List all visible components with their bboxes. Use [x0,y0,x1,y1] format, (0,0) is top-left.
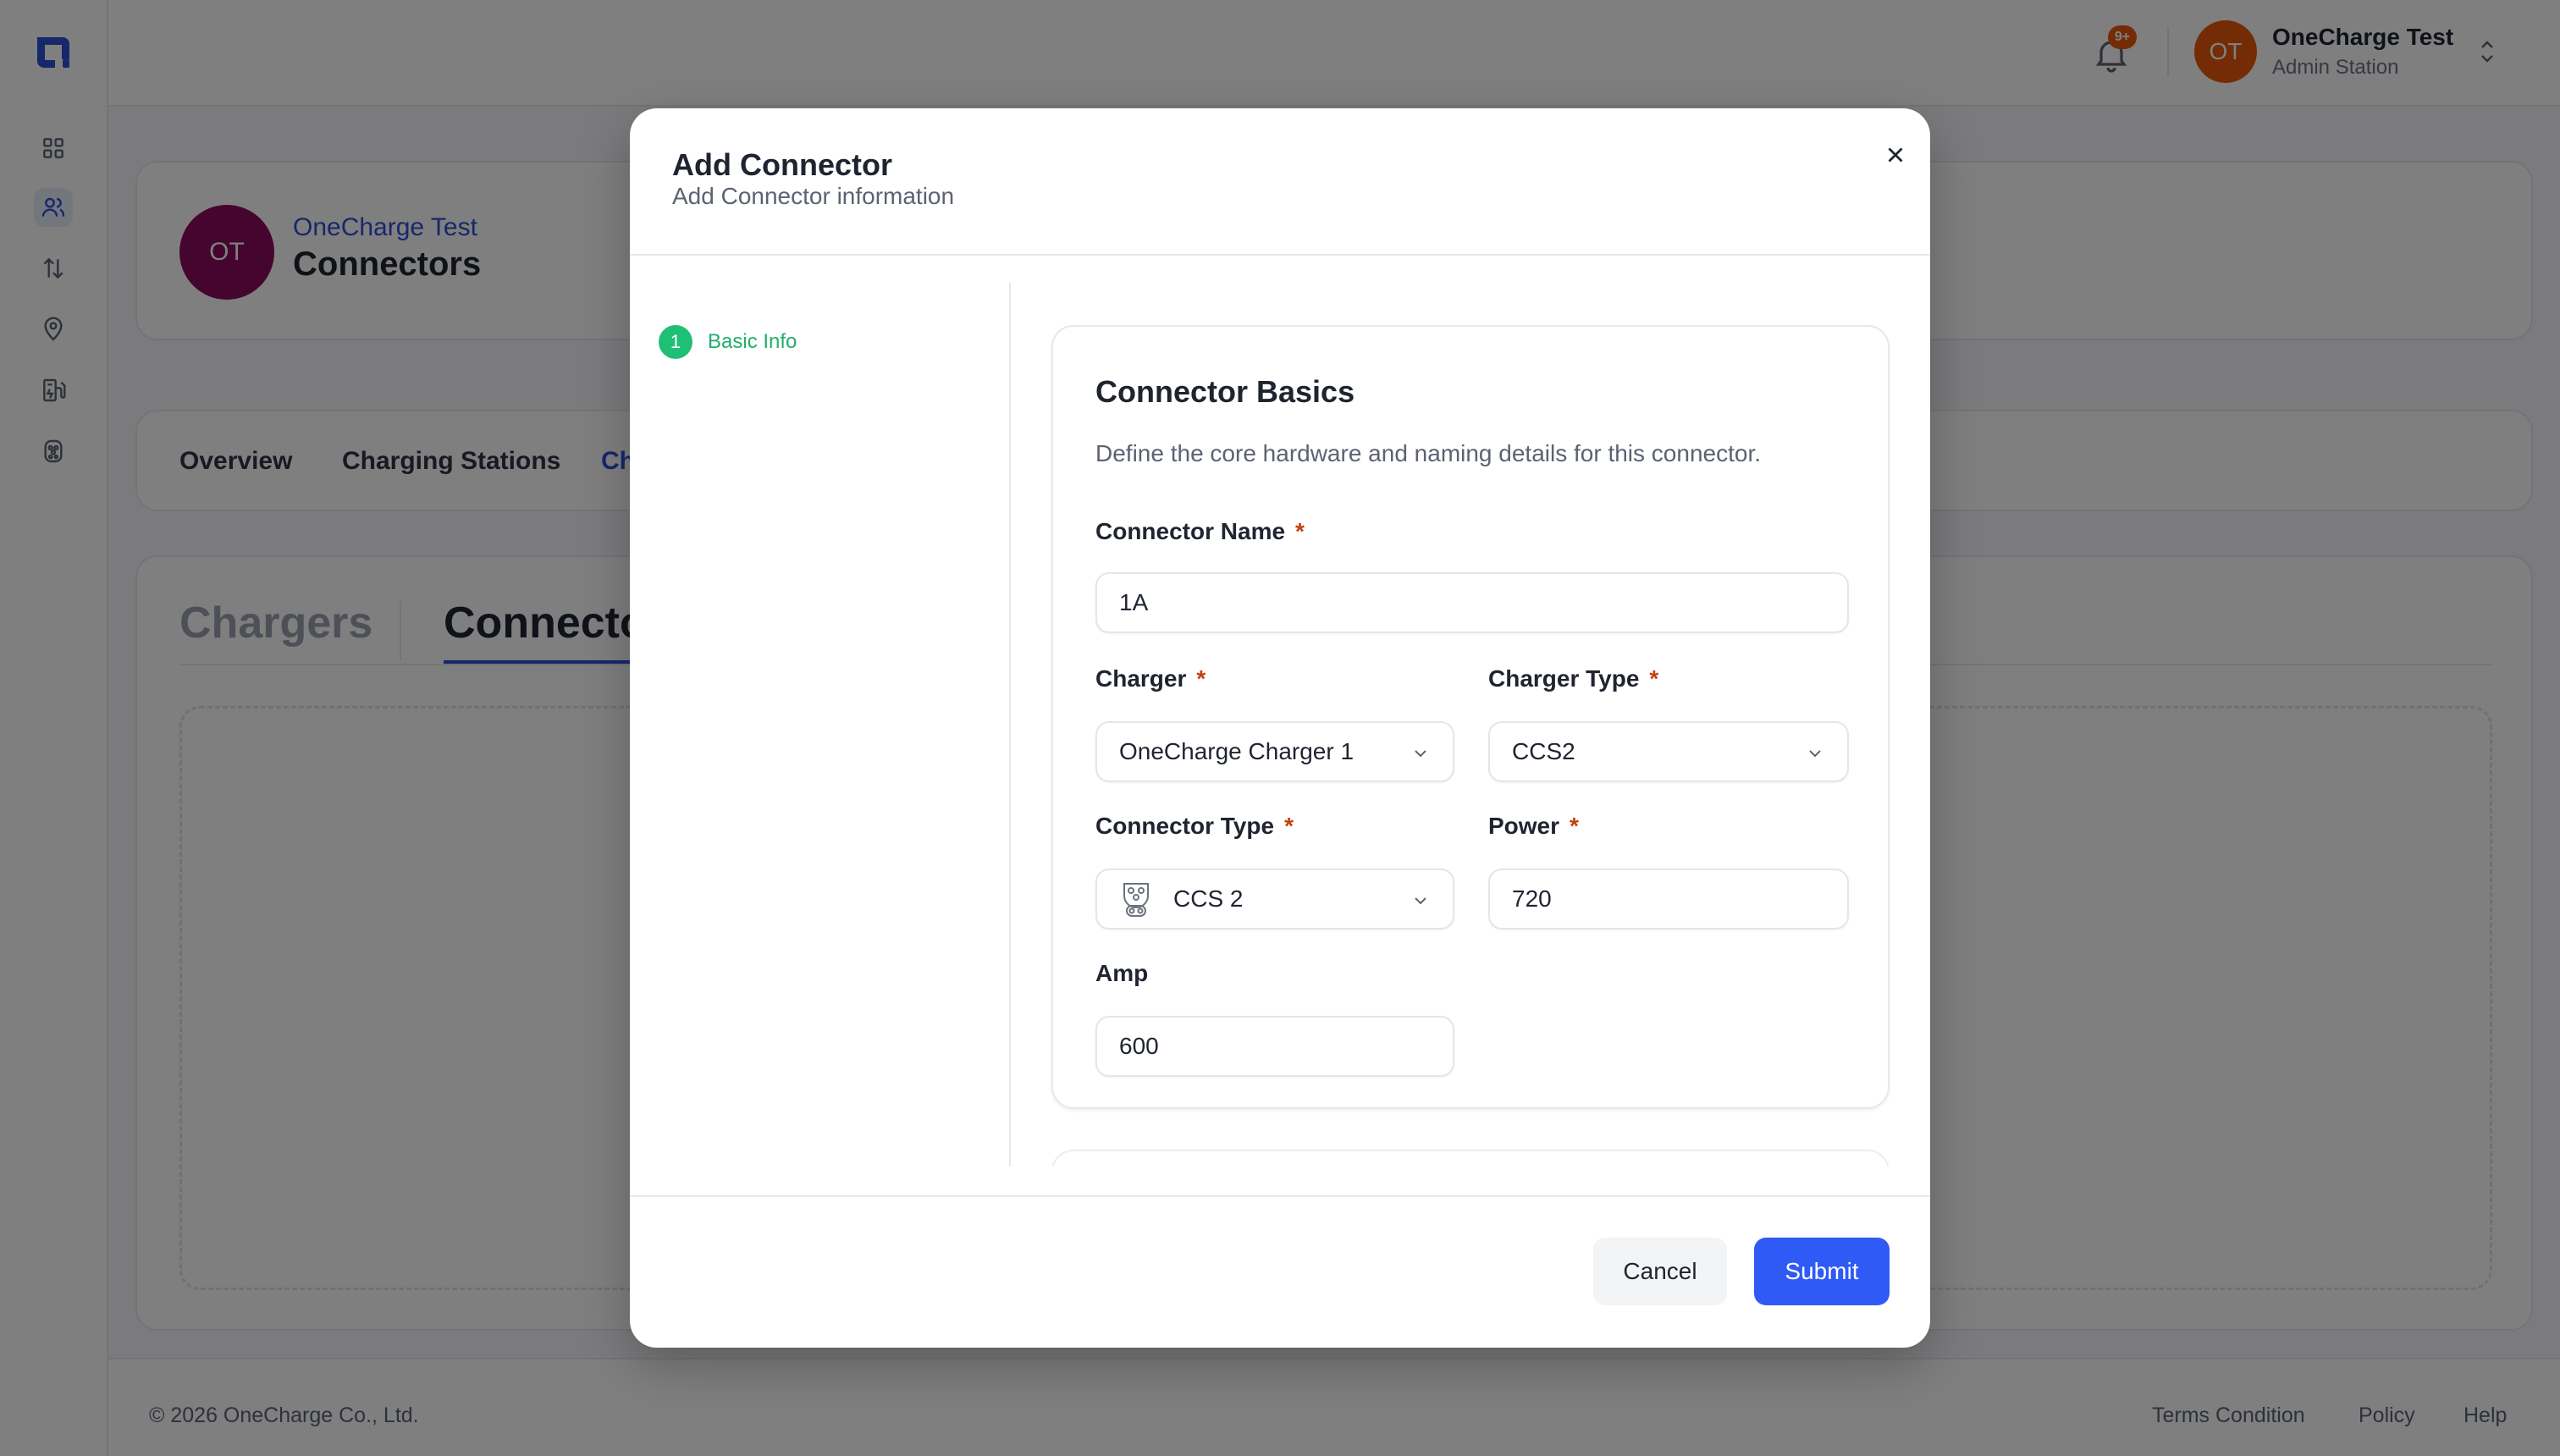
amp-input[interactable]: 600 [1095,1016,1454,1077]
power-input[interactable]: 720 [1488,869,1849,929]
power-label: Power * [1488,813,1579,839]
add-connector-dialog: Add Connector Add Connector information … [630,108,1930,1348]
charger-label: Charger * [1095,665,1206,692]
section-title: Connector Basics [1095,374,1355,409]
charger-select[interactable]: OneCharge Charger 1 [1095,721,1454,782]
connector-name-input[interactable]: 1A [1095,572,1849,633]
stepper-divider [1009,283,1011,1166]
required-mark: * [1570,813,1579,839]
cancel-button[interactable]: Cancel [1593,1238,1727,1305]
required-mark: * [1284,813,1294,839]
step-number: 1 [659,325,692,359]
close-icon[interactable] [1874,134,1917,176]
dialog-subtitle: Add Connector information [672,183,955,209]
connector-type-select[interactable]: CCS 2 [1095,869,1454,929]
charger-type-select[interactable]: CCS2 [1488,721,1849,782]
submit-button[interactable]: Submit [1754,1238,1890,1305]
connector-name-label: Connector Name * [1095,518,1305,544]
ccs2-plug-icon [1123,883,1149,917]
dialog-footer-divider [630,1195,1930,1197]
dialog-title: Add Connector [672,147,892,182]
connector-basics-card: Connector Basics Define the core hardwar… [1051,325,1890,1109]
chevron-down-icon [1415,897,1426,905]
dialog-header-divider [630,254,1930,256]
required-mark: * [1196,665,1206,692]
step-label: Basic Info [708,330,797,353]
step-basic-info[interactable]: 1 Basic Info [659,325,797,359]
chevron-down-icon [1809,750,1821,758]
required-mark: * [1649,665,1659,692]
charger-type-label: Charger Type * [1488,665,1659,692]
amp-label: Amp [1095,960,1149,986]
chevron-down-icon [1415,750,1426,758]
required-mark: * [1295,518,1305,544]
connector-type-label: Connector Type * [1095,813,1294,839]
section-description: Define the core hardware and naming deta… [1095,440,1762,466]
